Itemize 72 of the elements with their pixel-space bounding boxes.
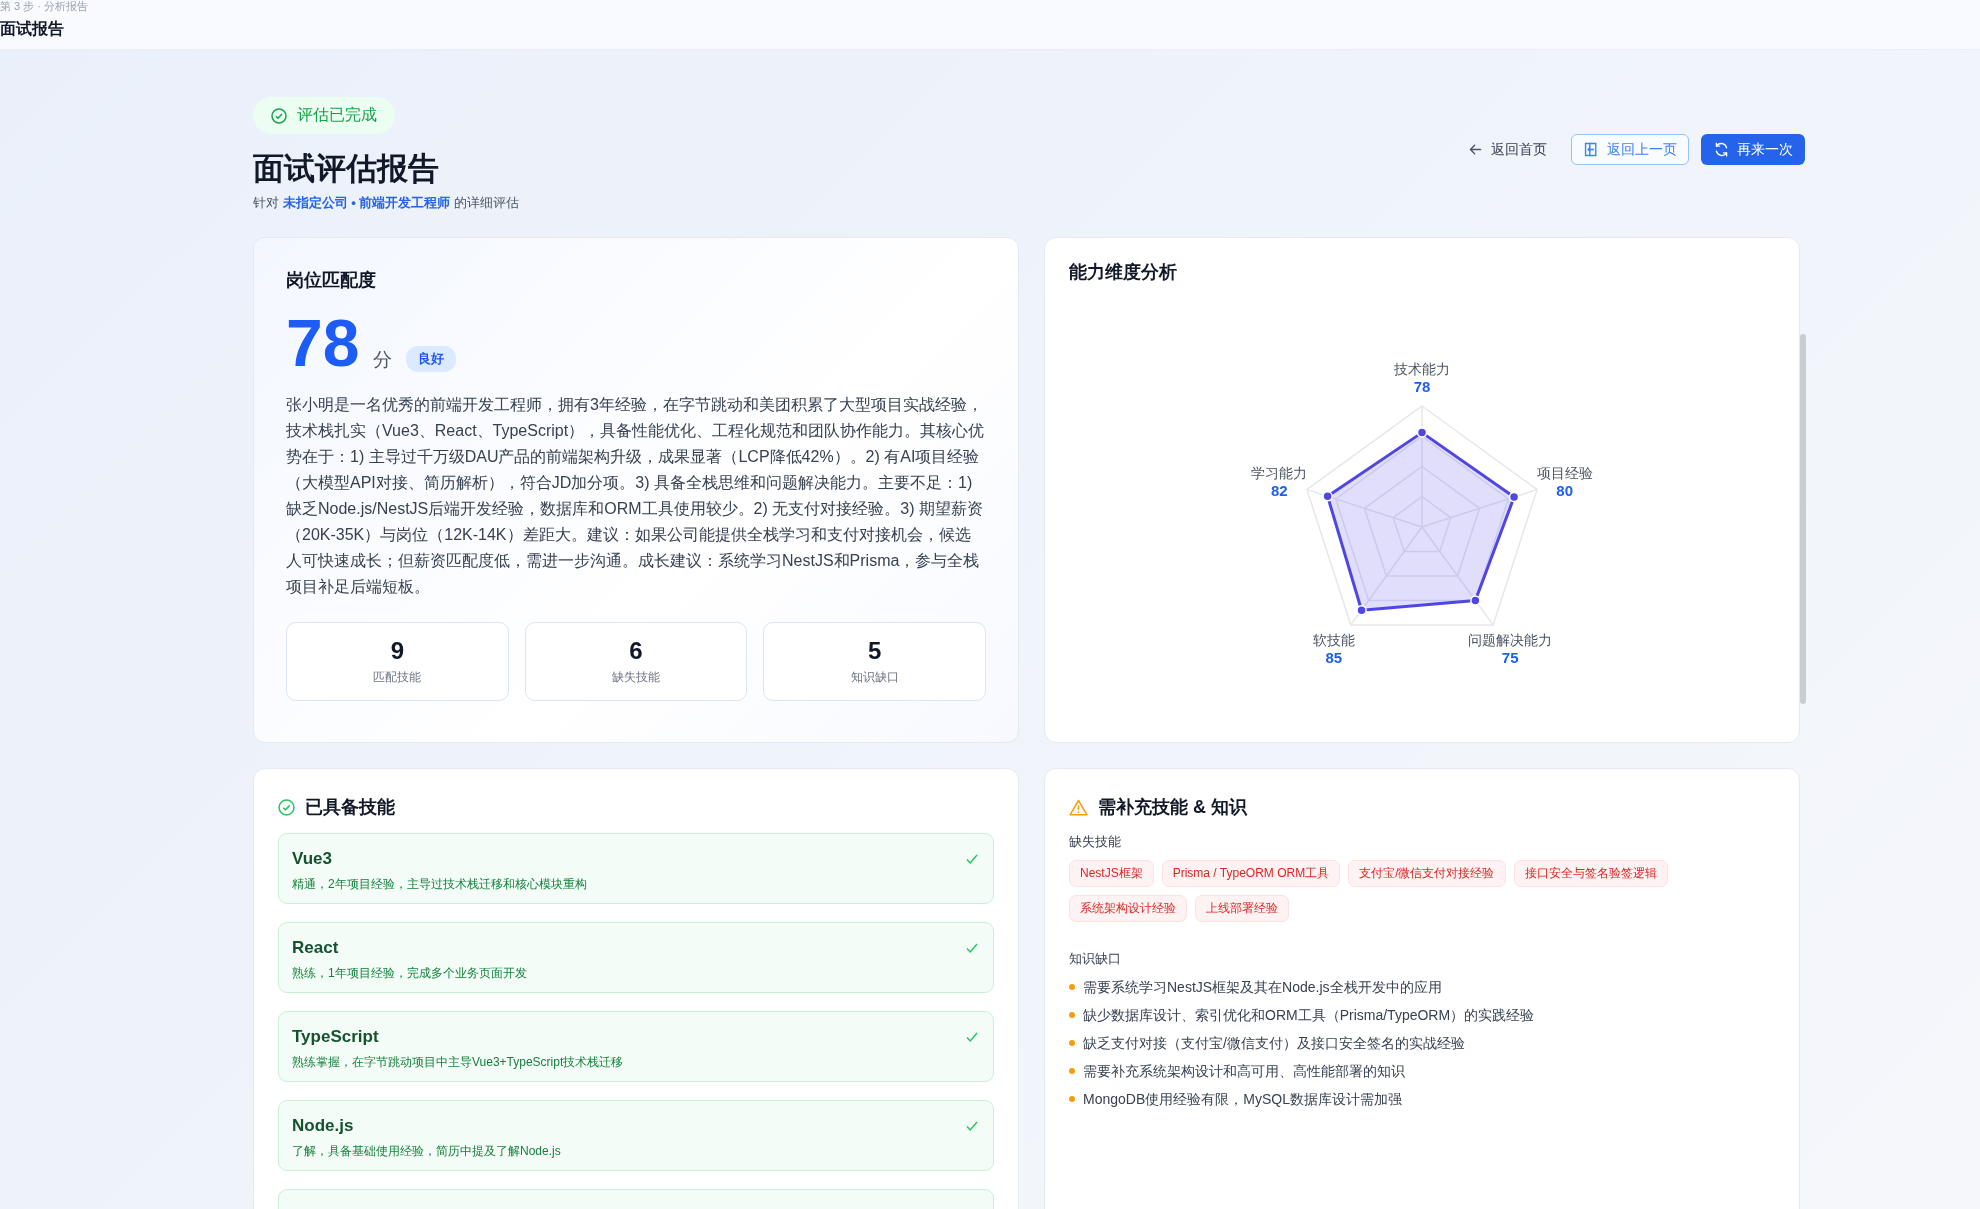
check-icon [965,852,979,866]
axis-label: 软技能 [1312,632,1355,649]
skill-name: TypeScript [292,1026,380,1048]
data-point [1416,427,1428,438]
home-link[interactable]: 返回首页 [1455,134,1559,165]
scrollbar[interactable] [1800,334,1806,704]
check-circle-icon [271,107,287,124]
bullet-icon [1069,1096,1075,1102]
score-unit: 分 [373,348,393,372]
step-label: 第 3 步 · 分析报告 [0,0,89,13]
axis-label: 问题解决能力 [1468,632,1553,649]
knowledge-gap-item: 缺少数据库设计、索引优化和ORM工具（Prisma/TypeORM）的实践经验 [1083,1006,1535,1025]
check-icon [965,1119,979,1133]
skill-detail: 熟练，1年项目经验，完成多个业务页面开发 [292,965,528,982]
knowledge-gap-item: 需要系统学习NestJS框架及其在Node.js全栈开发中的应用 [1083,978,1442,997]
refresh-icon [1713,141,1730,158]
data-point [1356,604,1367,616]
bullet-icon [1069,1012,1075,1018]
report-title: 面试评估报告 [253,150,440,188]
rating-badge: 良好 [406,346,457,372]
missing-skill-tag: Prisma / TypeORM ORM工具 [1161,860,1341,887]
axis-label: 学习能力 [1251,464,1308,481]
status-badge: 评估已完成 [253,97,395,134]
page-title: 面试报告 [0,19,65,39]
stat-label: 缺失技能 [612,669,660,686]
section-label: 知识缺口 [1069,950,1122,968]
axis-label: 项目经验 [1536,464,1593,481]
skill-name: Node.js [292,1115,355,1137]
knowledge-gap-item: 需要补充系统架构设计和高可用、高性能部署的知识 [1083,1062,1405,1081]
skill-detail: 了解，具备基础使用经验，简历中提及了解Node.js [292,1143,562,1160]
axis-value: 85 [1325,649,1343,667]
card-title: 已具备技能 [305,796,395,819]
axis-value: 80 [1556,481,1574,499]
warning-icon [1069,798,1088,816]
check-icon [965,1030,979,1044]
stat-label: 匹配技能 [373,669,422,686]
card-title: 需补充技能 & 知识 [1098,796,1247,819]
back-button[interactable]: 返回上一页 [1571,134,1689,165]
card-title: 能力维度分析 [1069,261,1178,284]
skill-detail: 精通，2年项目经验，主导过技术栈迁移和核心模块重构 [292,876,588,893]
skill-name: Vue3 [292,848,333,870]
data-point [1322,491,1333,502]
missing-skill-tag: NestJS框架 [1069,860,1154,887]
card-title: 岗位匹配度 [286,269,377,292]
bullet-icon [1069,1040,1075,1046]
skill-detail: 熟练掌握，在字节跳动项目中主导Vue3+TypeScript技术栈迁移 [292,1054,625,1071]
match-score: 78 [286,308,360,378]
stat-value: 9 [390,637,404,665]
knowledge-gap-item: MongoDB使用经验有限，MySQL数据库设计需加强 [1083,1090,1402,1109]
missing-skill-tag: 系统架构设计经验 [1069,895,1187,922]
knowledge-gap-item: 缺乏支付对接（支付宝/微信支付）及接口安全签名的实战经验 [1083,1034,1465,1053]
data-point [1508,491,1520,503]
axis-label: 技术能力 [1394,360,1450,377]
stat-value: 6 [629,637,643,665]
axis-value: 75 [1501,649,1519,667]
missing-skill-tag: 接口安全与签名验签逻辑 [1513,860,1668,887]
section-label: 缺失技能 [1069,833,1122,851]
check-circle-icon [278,798,295,816]
skill-name: React [292,937,340,959]
missing-skill-tag: 上线部署经验 [1195,895,1289,922]
summary-text: 张小明是一名优秀的前端开发工程师，拥有3年经验，在字节跳动和美团积累了大型项目实战经验，技术栈扎实（Vue3、React、TypeScript），具备性能优化、工程化规范和团队协作能力。其核心优势在于：1) 主导过千万级DAU产品的前端架构升级，成果显著（LCP降低42%）。2) 有AI项目经验（大模型API对接、简历解析），符合JD加分项。3) 具备全栈思维和问题解决能力。主要不足：1) 缺乏Node.js/NestJS后端开发经验，数据库和ORM工具使用较少。2) 无支付对接经验。3) 期望薪资（20K-35K）与岗位（12K-14K）差距大。建议：如果公司能提供全栈学习和支付对接机会，候选人可快速成长；但薪资匹配度低，需进一步沟通。成长建议：系统学习NestJS和Prisma，参与全栈项目补足后端短板。 [286,395,986,597]
bullet-icon [1069,1068,1075,1074]
bullet-icon [1069,984,1075,990]
check-icon [965,941,979,955]
stat-label: 知识缺口 [850,669,899,686]
axis-value: 82 [1270,481,1288,499]
stat-value: 5 [868,637,882,665]
axis-value: 78 [1413,377,1431,395]
data-point [1470,595,1481,606]
retry-button[interactable]: 再来一次 [1701,134,1805,165]
report-subtitle: 针对 未指定公司 • 前端开发工程师 的详细评估 [253,194,520,212]
missing-skill-tag: 支付宝/微信支付对接经验 [1348,860,1506,887]
